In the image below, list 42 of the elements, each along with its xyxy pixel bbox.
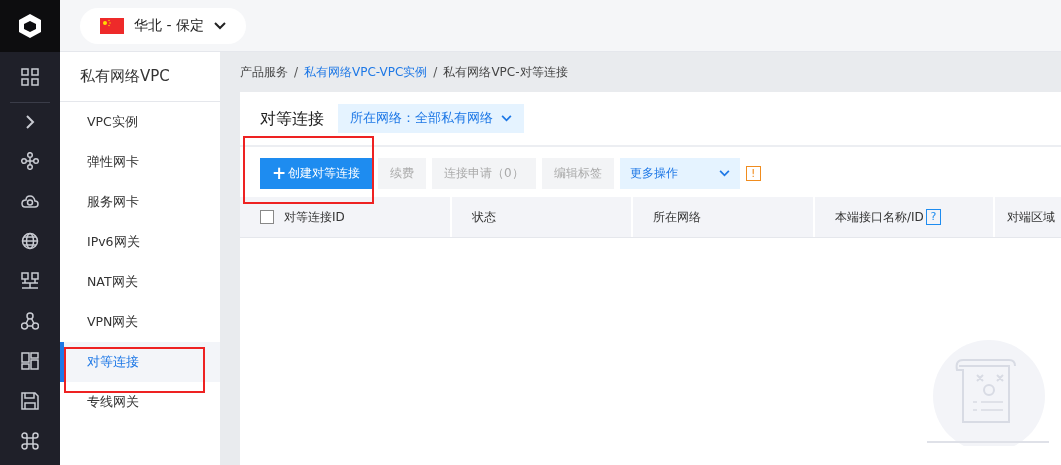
breadcrumb-link[interactable]: 私有网络VPC-VPC实例 <box>304 63 428 81</box>
sidebar-item[interactable]: 专线网关 <box>60 382 220 422</box>
breadcrumb-text: 私有网络VPC-对等连接 <box>443 64 568 81</box>
floppy-disk-icon[interactable] <box>21 392 39 410</box>
network-icon[interactable] <box>21 272 39 290</box>
flag-icon <box>100 17 124 34</box>
chevron-down-icon <box>718 169 730 177</box>
create-button[interactable]: +创建对等连接 <box>260 157 372 189</box>
nodes-icon[interactable] <box>21 152 39 170</box>
sidebar-item[interactable]: VPC实例 <box>60 102 220 142</box>
breadcrumb-text: 产品服务 <box>240 64 288 81</box>
command-icon[interactable] <box>21 432 39 450</box>
sidebar-item[interactable]: IPv6网关 <box>60 222 220 262</box>
chevron-down-icon <box>501 115 512 122</box>
chevron-down-icon <box>213 21 226 30</box>
warning-button[interactable]: ! <box>745 165 761 181</box>
logo-icon[interactable] <box>18 13 42 39</box>
column-header: 本端接口名称/ID <box>835 209 924 226</box>
hierarchy-icon[interactable] <box>21 312 39 330</box>
sidebar-item[interactable]: NAT网关 <box>60 262 220 302</box>
column-header: 状态 <box>472 209 496 226</box>
dashboard-icon[interactable] <box>21 352 39 370</box>
breadcrumb-separator: / <box>433 64 438 81</box>
chevron-right-icon[interactable] <box>25 115 35 129</box>
sidebar-title: 私有网络VPC <box>60 52 220 102</box>
column-header: 对端区域 <box>1007 209 1055 226</box>
sidebar-item[interactable]: 服务网卡 <box>60 182 220 222</box>
help-button[interactable]: ? <box>925 209 941 225</box>
sidebar-item[interactable]: VPN网关 <box>60 302 220 342</box>
grid-icon[interactable] <box>21 68 39 86</box>
sidebar-item[interactable]: 对等连接 <box>60 342 220 382</box>
cloud-icon[interactable] <box>21 192 39 210</box>
column-header: 所在网络 <box>653 209 701 226</box>
select-all-checkbox[interactable] <box>260 210 274 224</box>
page-title: 对等连接 <box>260 107 324 130</box>
column-header: 对等连接ID <box>284 209 345 226</box>
globe-icon[interactable] <box>21 232 39 250</box>
more-actions-dropdown[interactable]: 更多操作 <box>619 157 740 189</box>
network-filter-dropdown[interactable]: 所在网络：全部私有网络 <box>338 104 524 133</box>
region-selector[interactable]: 华北 - 保定 <box>80 7 246 44</box>
breadcrumb-separator: / <box>294 64 299 81</box>
sidebar-item[interactable]: 弹性网卡 <box>60 142 220 182</box>
